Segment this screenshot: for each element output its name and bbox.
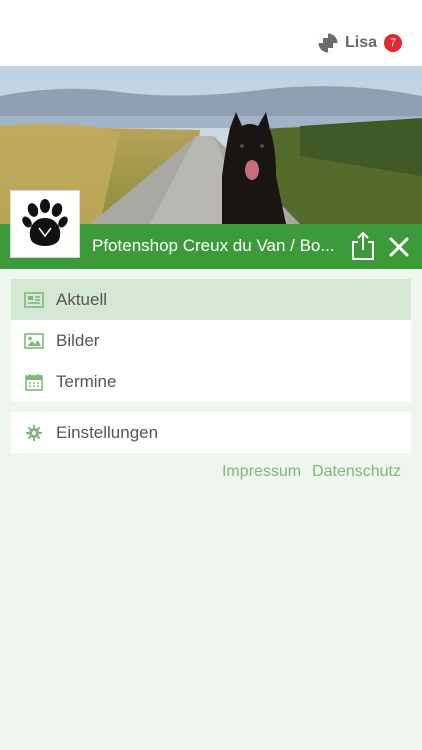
paw-logo-icon	[22, 199, 68, 246]
newspaper-icon	[24, 290, 44, 310]
close-icon[interactable]	[388, 236, 410, 258]
settings-menu: Einstellungen	[11, 412, 411, 453]
top-bar: Lisa 7	[0, 0, 422, 67]
user-menu[interactable]: Lisa 7	[318, 33, 402, 53]
checkered-logo-icon	[318, 33, 338, 53]
menu-item-bilder[interactable]: Bilder	[11, 320, 411, 361]
menu-item-label: Bilder	[56, 330, 100, 350]
impressum-link[interactable]: Impressum	[222, 463, 301, 481]
footer-links: Impressum Datenschutz	[222, 463, 401, 481]
main-menu: Aktuell Bilder Termine	[11, 279, 411, 402]
notification-badge: 7	[384, 34, 402, 52]
menu-item-aktuell[interactable]: Aktuell	[11, 279, 411, 320]
image-icon	[24, 331, 44, 351]
datenschutz-link[interactable]: Datenschutz	[312, 463, 401, 481]
user-name: Lisa	[344, 34, 377, 51]
menu-item-label: Aktuell	[56, 289, 108, 309]
menu-item-label: Termine	[56, 371, 117, 391]
menu-item-termine[interactable]: Termine	[11, 361, 411, 402]
menu-item-einstellungen[interactable]: Einstellungen	[11, 412, 411, 453]
share-icon[interactable]	[350, 231, 376, 261]
calendar-icon	[24, 372, 44, 392]
shop-logo	[10, 190, 80, 258]
gear-icon	[24, 423, 44, 443]
menu-item-label: Einstellungen	[56, 422, 159, 442]
shop-title: Pfotenshop Creux du Van / Bo...	[92, 236, 335, 255]
